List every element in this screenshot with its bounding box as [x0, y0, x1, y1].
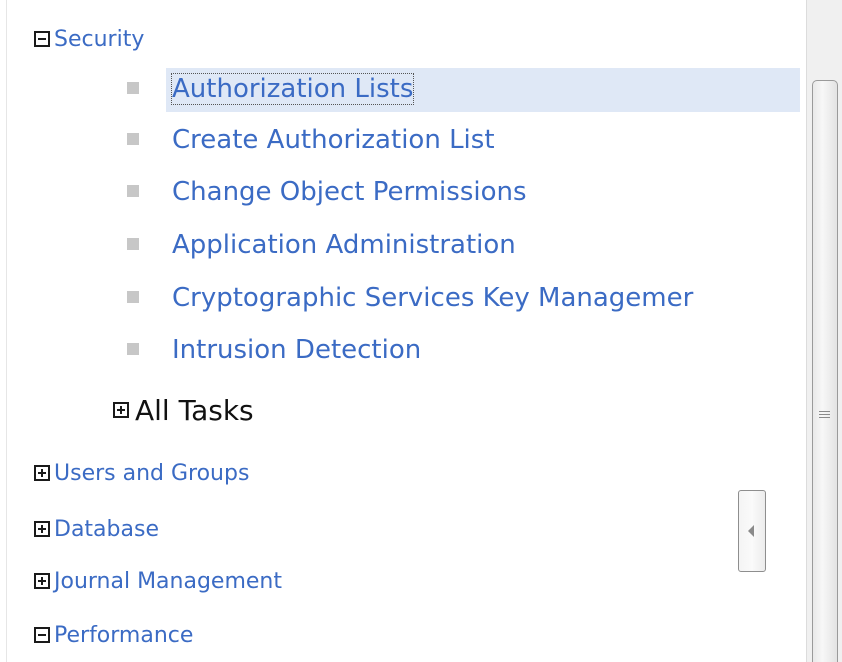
- expand-icon[interactable]: [113, 402, 129, 418]
- task-item-change-object-permissions[interactable]: Change Object Permissions: [0, 173, 806, 217]
- task-item-authorization-lists[interactable]: Authorization Lists: [0, 68, 806, 112]
- tree-node-label[interactable]: Users and Groups: [54, 461, 249, 486]
- task-item-application-administration[interactable]: Application Administration: [0, 226, 806, 270]
- tree-node-label[interactable]: All Tasks: [135, 394, 254, 427]
- tree-node-label[interactable]: Journal Management: [54, 569, 282, 594]
- task-link[interactable]: Authorization Lists: [170, 73, 415, 105]
- bullet-icon: [127, 133, 139, 145]
- task-item-cryptographic-services[interactable]: Cryptographic Services Key Managemer: [0, 279, 806, 323]
- collapse-panel-button[interactable]: [738, 490, 766, 572]
- task-link[interactable]: Intrusion Detection: [172, 335, 421, 365]
- task-link[interactable]: Cryptographic Services Key Managemer: [172, 283, 693, 313]
- chevron-left-icon: [748, 525, 754, 537]
- tree-node-database[interactable]: Database: [34, 514, 159, 544]
- tree-node-label[interactable]: Performance: [54, 623, 193, 648]
- tree-node-all-tasks[interactable]: All Tasks: [113, 390, 254, 430]
- expand-icon[interactable]: [34, 573, 50, 589]
- bullet-icon: [127, 238, 139, 250]
- tree-node-journal-management[interactable]: Journal Management: [34, 566, 282, 596]
- tree-node-label[interactable]: Database: [54, 517, 159, 542]
- grip-icon: [819, 411, 830, 420]
- expand-icon[interactable]: [34, 465, 50, 481]
- task-item-create-authorization-list[interactable]: Create Authorization List: [0, 121, 806, 165]
- tree-node-security[interactable]: Security: [34, 24, 144, 54]
- bullet-icon: [127, 185, 139, 197]
- collapse-icon[interactable]: [34, 627, 50, 643]
- vertical-scrollbar[interactable]: [806, 0, 842, 662]
- bullet-icon: [127, 82, 139, 94]
- task-item-intrusion-detection[interactable]: Intrusion Detection: [0, 331, 806, 375]
- navigation-tree-frame: Security Authorization Lists Create Auth…: [0, 0, 842, 662]
- expand-icon[interactable]: [34, 521, 50, 537]
- task-link[interactable]: Application Administration: [172, 230, 516, 260]
- bullet-icon: [127, 343, 139, 355]
- scrollbar-thumb[interactable]: [812, 80, 838, 662]
- tree-node-label[interactable]: Security: [54, 27, 144, 52]
- task-link[interactable]: Change Object Permissions: [172, 177, 527, 207]
- collapse-icon[interactable]: [34, 31, 50, 47]
- task-link[interactable]: Create Authorization List: [172, 125, 495, 155]
- tree-node-users-and-groups[interactable]: Users and Groups: [34, 458, 249, 488]
- navigation-tree: Security Authorization Lists Create Auth…: [0, 0, 806, 662]
- bullet-icon: [127, 291, 139, 303]
- tree-node-performance[interactable]: Performance: [34, 620, 193, 650]
